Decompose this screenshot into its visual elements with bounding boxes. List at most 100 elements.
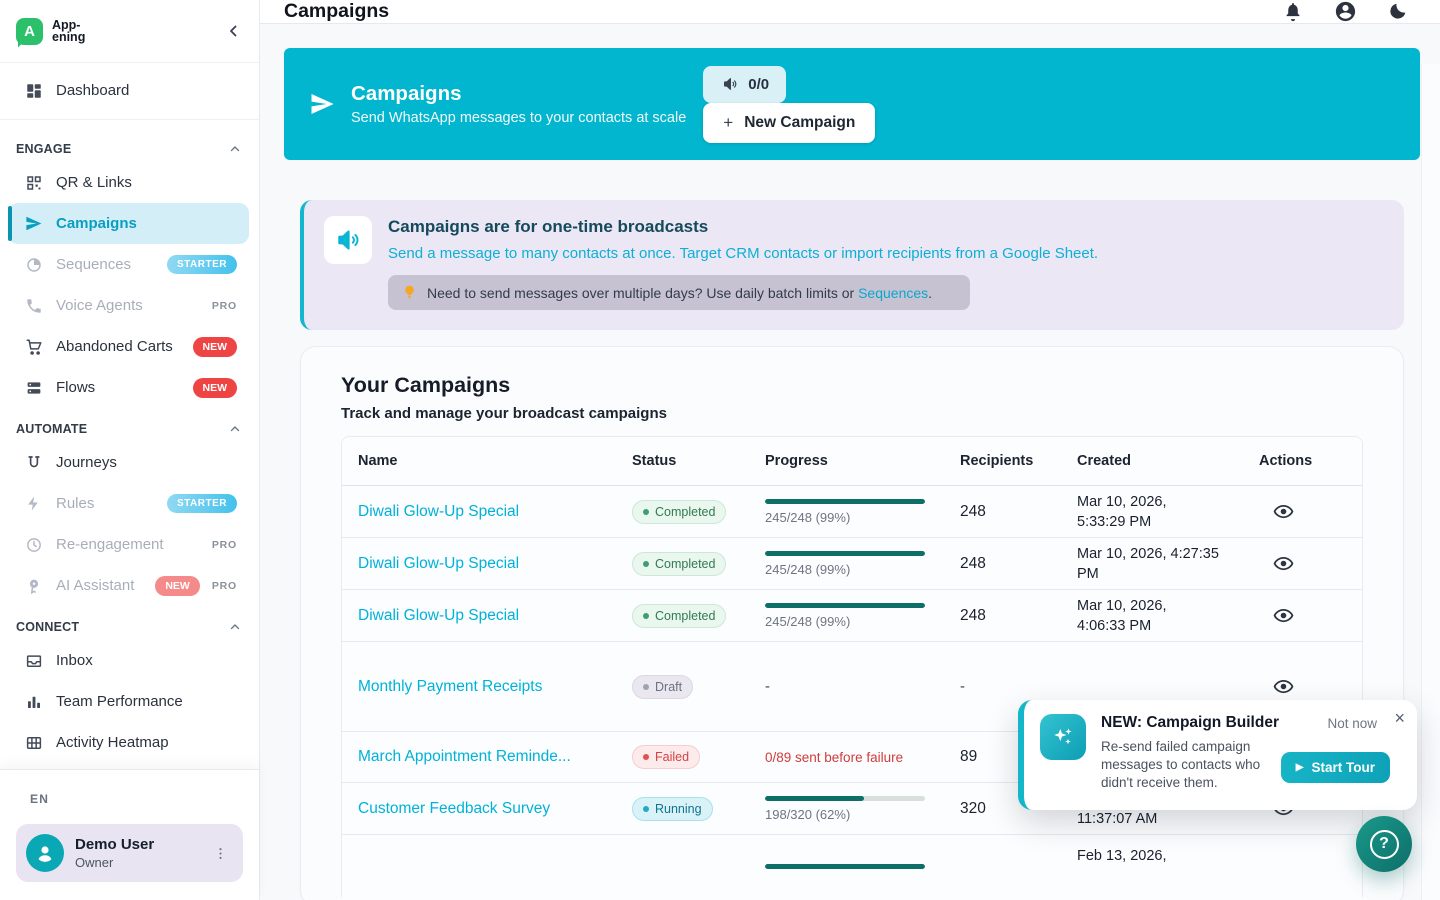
moon-icon (1387, 1, 1408, 22)
status-badge: Draft (632, 675, 693, 699)
view-campaign-button[interactable] (1259, 553, 1294, 574)
close-icon[interactable]: × (1394, 708, 1405, 729)
inbox-icon (24, 651, 43, 670)
toast-title: NEW: Campaign Builder (1101, 714, 1281, 732)
campaign-name-link[interactable]: Diwali Glow-Up Special (358, 607, 519, 624)
column-header-status: Status (632, 453, 765, 469)
sidebar-collapse-button[interactable] (225, 22, 243, 40)
bell-icon (1282, 1, 1304, 23)
sidebar-section-connect[interactable]: CONNECT (0, 606, 259, 640)
progress-cell (765, 864, 925, 869)
sidebar-item-label: Inbox (56, 652, 237, 669)
column-header-actions: Actions (1259, 453, 1362, 469)
tip-box: Need to send messages over multiple days… (388, 275, 970, 310)
tip-text: Need to send messages over multiple days… (427, 285, 932, 301)
sidebar-item-qr-links[interactable]: QR & Links (0, 162, 259, 203)
account-circle-icon (1334, 0, 1357, 23)
recipients-cell: - (960, 678, 1077, 695)
info-body: Campaigns are for one-time broadcasts Se… (388, 216, 1098, 310)
sidebar-item-rules[interactable]: Rules STARTER (0, 483, 259, 524)
sidebar-item-label: Sequences (56, 256, 157, 273)
language-selector[interactable]: EN (30, 792, 49, 806)
user-card[interactable]: Demo User Owner (16, 824, 243, 882)
banner-title: Campaigns (351, 82, 686, 106)
start-tour-button[interactable]: ▶ Start Tour (1281, 752, 1390, 783)
sidebar-item-label: Journeys (56, 454, 237, 471)
kebab-icon (213, 846, 228, 861)
campaign-counter-pill: 0/0 (703, 66, 786, 103)
sidebar-item-flows[interactable]: Flows NEW (0, 367, 259, 408)
sidebar-footer: EN Demo User Owner (0, 769, 259, 900)
sparkles-icon (1040, 714, 1086, 760)
sidebar-item-dashboard[interactable]: Dashboard (0, 70, 259, 111)
column-header-progress: Progress (765, 453, 960, 469)
notifications-button[interactable] (1282, 1, 1304, 23)
user-menu-button[interactable] (208, 846, 233, 861)
new-badge: NEW (155, 576, 200, 596)
campaigns-banner: Campaigns Send WhatsApp messages to your… (284, 48, 1420, 160)
sidebar-item-abandoned-carts[interactable]: Abandoned Carts NEW (0, 326, 259, 367)
sidebar-item-activity-heatmap[interactable]: Activity Heatmap (0, 722, 259, 763)
sidebar-section-automate[interactable]: AUTOMATE (0, 408, 259, 442)
table-subtitle: Track and manage your broadcast campaign… (341, 405, 1363, 422)
sidebar-item-voice-agents[interactable]: Voice Agents PRO (0, 285, 259, 326)
dark-mode-toggle[interactable] (1387, 1, 1408, 22)
view-campaign-button[interactable] (1259, 605, 1294, 626)
scrollbar-gutter[interactable] (1421, 64, 1440, 900)
eye-icon (1273, 676, 1294, 697)
help-button[interactable]: ? (1356, 816, 1412, 872)
new-campaign-button[interactable]: + New Campaign (703, 103, 875, 143)
campaign-row: Diwali Glow-Up Special Completed 245/248… (342, 590, 1362, 642)
campaign-row: Diwali Glow-Up Special Completed 245/248… (342, 538, 1362, 590)
chevron-up-icon (229, 621, 241, 633)
sidebar-item-inbox[interactable]: Inbox (0, 640, 259, 681)
divider (0, 119, 259, 120)
play-icon: ▶ (1296, 762, 1304, 773)
view-campaign-button[interactable] (1259, 501, 1294, 522)
status-dot (643, 613, 649, 619)
sidebar-item-label: Activity Heatmap (56, 734, 237, 751)
sidebar-item-journeys[interactable]: Journeys (0, 442, 259, 483)
chevron-left-icon (225, 22, 243, 40)
question-mark-icon: ? (1370, 830, 1399, 859)
sidebar-item-campaigns[interactable]: Campaigns (8, 203, 249, 244)
view-campaign-button[interactable] (1259, 676, 1294, 697)
sidebar-item-team-performance[interactable]: Team Performance (0, 681, 259, 722)
lightning-icon (24, 494, 43, 513)
app-logo-icon: A (16, 18, 43, 45)
progress-cell: 198/320 (62%) (765, 796, 925, 822)
cart-icon (24, 337, 43, 356)
campaigns-table: Name Status Progress Recipients Created … (341, 436, 1363, 897)
sidebar-section-engage[interactable]: ENGAGE (0, 128, 259, 162)
dashboard-icon (24, 81, 43, 100)
campaign-name-link[interactable]: Monthly Payment Receipts (358, 678, 542, 695)
sidebar-item-ai-assistant[interactable]: AI Assistant NEW PRO (0, 565, 259, 606)
lightbulb-icon (401, 284, 418, 301)
campaign-name-link[interactable]: Diwali Glow-Up Special (358, 503, 519, 520)
eye-icon (1273, 501, 1294, 522)
sidebar-header: A App- ening (0, 0, 259, 63)
status-dot (643, 509, 649, 515)
bar-chart-icon (24, 692, 43, 711)
created-cell: Mar 10, 2026,5:33:29 PM (1077, 492, 1259, 532)
account-button[interactable] (1334, 0, 1357, 23)
sidebar-item-sequences[interactable]: Sequences STARTER (0, 244, 259, 285)
info-title: Campaigns are for one-time broadcasts (388, 217, 1098, 237)
user-info: Demo User Owner (75, 836, 208, 870)
campaign-name-link[interactable]: Customer Feedback Survey (358, 800, 550, 817)
phone-icon (24, 296, 43, 315)
campaign-row: Diwali Glow-Up Special Completed 245/248… (342, 486, 1362, 538)
status-badge: Running (632, 797, 713, 821)
eye-icon (1273, 553, 1294, 574)
created-cell: Feb 13, 2026, (1077, 846, 1259, 886)
sequences-link[interactable]: Sequences (858, 285, 928, 301)
app-logo-text: App- ening (52, 19, 85, 44)
not-now-button[interactable]: Not now (1327, 716, 1377, 731)
campaign-name-link[interactable]: March Appointment Reminde... (358, 748, 571, 765)
recipients-cell: 248 (960, 607, 1077, 625)
qr-code-icon (24, 173, 43, 192)
pro-tag: PRO (212, 580, 237, 592)
campaign-name-link[interactable]: Diwali Glow-Up Special (358, 555, 519, 572)
section-label: ENGAGE (16, 142, 229, 156)
sidebar-item-re-engagement[interactable]: Re-engagement PRO (0, 524, 259, 565)
